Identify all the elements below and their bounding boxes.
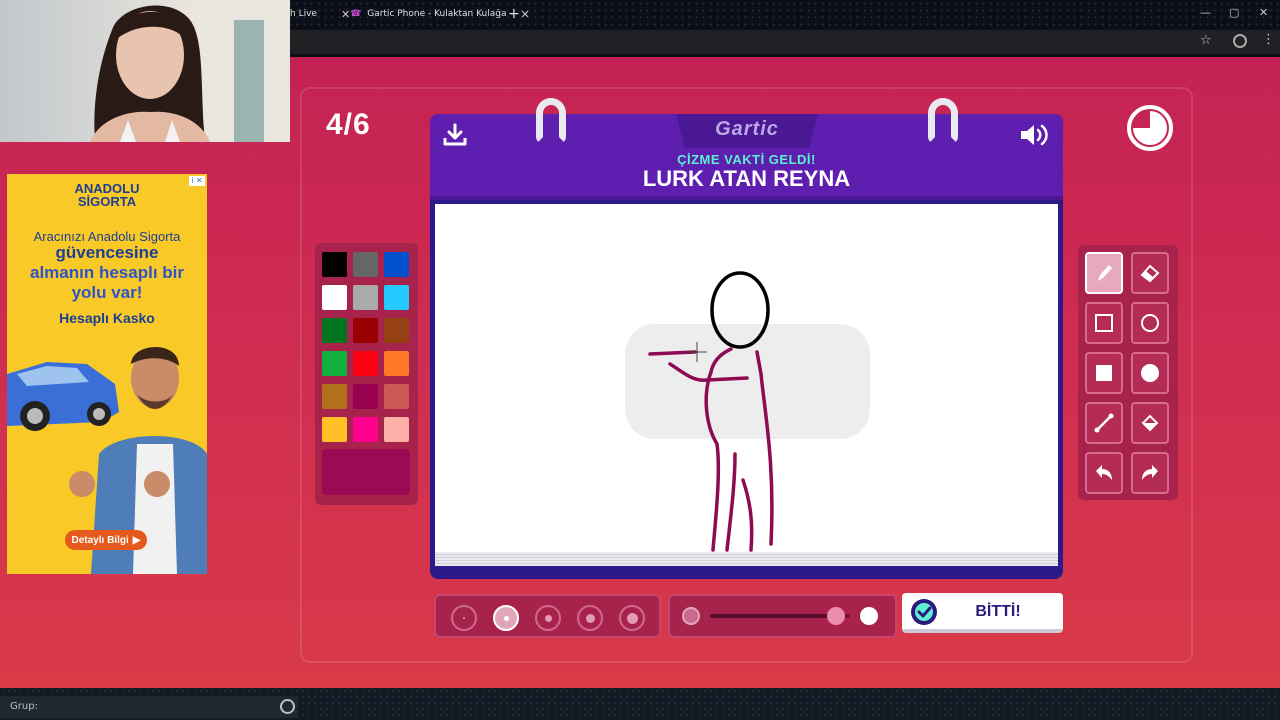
tool-pen[interactable] bbox=[1085, 252, 1123, 294]
ad-logo-line2: SİGORTA bbox=[77, 194, 137, 209]
tool-rectangle-outline[interactable] bbox=[1085, 302, 1123, 344]
opacity-low-icon bbox=[682, 607, 700, 625]
redo-icon bbox=[1142, 465, 1158, 480]
tab-title: h Live bbox=[290, 9, 317, 19]
line-icon bbox=[1094, 413, 1114, 433]
brush-size-option[interactable] bbox=[577, 605, 603, 631]
ad-text: Aracınızı Anadolu Sigorta bbox=[33, 229, 181, 244]
rectangle-outline-icon bbox=[1095, 314, 1113, 332]
play-icon: ▶ bbox=[132, 534, 141, 546]
download-icon[interactable] bbox=[442, 123, 468, 147]
ad-cta-button[interactable]: Detaylı Bilgi ▶ bbox=[65, 530, 147, 550]
maximize-button[interactable]: ▢ bbox=[1229, 6, 1239, 19]
tool-rectangle-filled[interactable] bbox=[1085, 352, 1123, 394]
color-swatch[interactable] bbox=[322, 417, 347, 442]
binder-ring bbox=[536, 98, 566, 144]
tool-line[interactable] bbox=[1085, 402, 1123, 444]
color-swatch[interactable] bbox=[353, 417, 378, 442]
brush-size-option[interactable] bbox=[451, 605, 477, 631]
pen-icon bbox=[1098, 265, 1112, 281]
brush-size-option[interactable] bbox=[619, 605, 645, 631]
prompt-label: ÇİZME VAKTİ GELDİ! bbox=[677, 152, 816, 167]
binder-ring bbox=[928, 98, 958, 144]
webcam-person-image bbox=[90, 0, 290, 142]
color-swatch[interactable] bbox=[353, 252, 378, 277]
tab-title: Gartic Phone - Kulaktan Kulağa bbox=[367, 9, 507, 19]
tool-ellipse-outline[interactable] bbox=[1131, 302, 1169, 344]
color-swatch[interactable] bbox=[353, 285, 378, 310]
tool-undo[interactable] bbox=[1085, 452, 1123, 494]
browser-tab-1[interactable]: h Live ✕ bbox=[290, 4, 350, 24]
fill-bucket-icon bbox=[1141, 414, 1159, 432]
eraser-icon bbox=[1140, 264, 1160, 283]
ad-headline-2: almanın hesaplı bir yolu var! bbox=[30, 263, 184, 302]
ad-product: Hesaplı Kasko bbox=[59, 310, 155, 326]
send-icon[interactable] bbox=[280, 699, 295, 714]
close-window-button[interactable]: ✕ bbox=[1259, 6, 1268, 19]
color-swatch[interactable] bbox=[384, 384, 409, 409]
color-swatch[interactable] bbox=[322, 384, 347, 409]
color-swatch[interactable] bbox=[384, 417, 409, 442]
star-icon[interactable]: ☆ bbox=[1200, 33, 1212, 48]
color-swatch[interactable] bbox=[322, 318, 347, 343]
chat-input[interactable] bbox=[0, 696, 298, 718]
color-swatch[interactable] bbox=[384, 318, 409, 343]
minimize-button[interactable]: — bbox=[1200, 6, 1211, 19]
browser-tab-2[interactable]: ☎ Gartic Phone - Kulaktan Kulağa ✕ bbox=[350, 4, 530, 24]
opacity-high-icon bbox=[860, 607, 878, 625]
menu-icon[interactable]: ⋮ bbox=[1262, 32, 1275, 47]
page-stack bbox=[435, 552, 1058, 566]
profile-icon[interactable] bbox=[1233, 34, 1247, 48]
color-swatch[interactable] bbox=[384, 285, 409, 310]
timer-icon bbox=[1127, 105, 1173, 151]
webcam-overlay bbox=[0, 0, 290, 142]
color-swatch[interactable] bbox=[322, 351, 347, 376]
check-badge-icon bbox=[911, 599, 937, 625]
prompt-text: LURK ATAN REYNA bbox=[642, 166, 851, 191]
rectangle-filled-icon bbox=[1096, 365, 1112, 381]
round-counter: 4/6 bbox=[326, 108, 371, 141]
color-swatch[interactable] bbox=[384, 252, 409, 277]
drawing-strokes bbox=[625, 271, 870, 552]
undo-icon bbox=[1096, 465, 1112, 480]
advertisement[interactable]: i ✕ ANADOLU SİGORTA Aracınızı Anadolu Si… bbox=[7, 174, 207, 574]
tool-ellipse-filled[interactable] bbox=[1131, 352, 1169, 394]
color-swatch[interactable] bbox=[353, 351, 378, 376]
color-swatch[interactable] bbox=[322, 252, 347, 277]
slider-handle[interactable] bbox=[827, 607, 845, 625]
speaker-icon[interactable] bbox=[1018, 122, 1052, 148]
color-swatch[interactable] bbox=[384, 351, 409, 376]
ad-headline: güvencesine bbox=[55, 243, 159, 262]
ellipse-filled-icon bbox=[1141, 364, 1159, 382]
gartic-logo: Gartic bbox=[715, 118, 779, 140]
ad-cta-label: Detaylı Bilgi bbox=[71, 534, 129, 546]
watermark-logo bbox=[625, 324, 870, 439]
brush-size-option[interactable] bbox=[535, 605, 561, 631]
tool-redo[interactable] bbox=[1131, 452, 1169, 494]
color-swatch[interactable] bbox=[353, 384, 378, 409]
opacity-slider[interactable] bbox=[668, 594, 897, 638]
close-icon[interactable]: ✕ bbox=[341, 8, 350, 21]
brush-size-option[interactable] bbox=[493, 605, 519, 631]
tool-fill-bucket[interactable] bbox=[1131, 402, 1169, 444]
new-tab-button[interactable]: + bbox=[508, 4, 520, 24]
ad-logo: ANADOLU SİGORTA bbox=[7, 182, 207, 208]
color-swatch[interactable] bbox=[353, 318, 378, 343]
slider-fill bbox=[710, 614, 836, 618]
drawing-canvas[interactable] bbox=[435, 204, 1058, 552]
chat-placeholder: Grup: bbox=[10, 701, 38, 712]
ellipse-outline-icon bbox=[1141, 314, 1159, 332]
tool-eraser[interactable] bbox=[1131, 252, 1169, 294]
close-icon[interactable]: ✕ bbox=[521, 8, 530, 21]
done-button-label: BİTTİ! bbox=[975, 603, 1021, 620]
phone-icon: ☎ bbox=[350, 9, 362, 19]
address-bar[interactable] bbox=[290, 30, 1280, 54]
color-swatch[interactable] bbox=[322, 285, 347, 310]
current-color bbox=[322, 449, 410, 495]
